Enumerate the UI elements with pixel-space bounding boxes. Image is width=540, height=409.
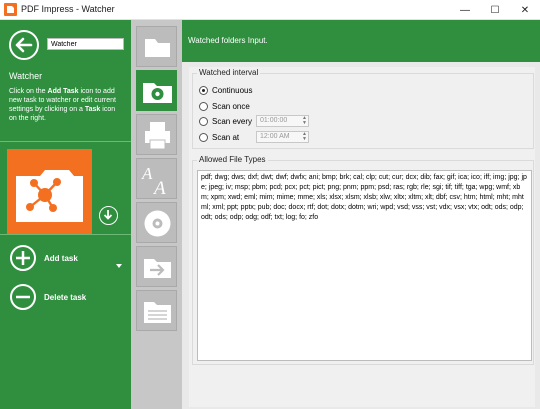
- spinner-arrows-icon[interactable]: ▲ ▼: [302, 116, 307, 126]
- download-icon: [103, 210, 113, 220]
- window-title: PDF Impress - Watcher: [21, 4, 115, 14]
- rail-item-export[interactable]: [136, 246, 177, 287]
- close-icon: ✕: [520, 4, 530, 16]
- radio-label: Continuous: [212, 85, 253, 95]
- sidebar-title: Watcher: [9, 71, 43, 81]
- print-icon: [145, 122, 170, 150]
- back-button[interactable]: [9, 30, 39, 60]
- rail-item-print[interactable]: [136, 114, 177, 155]
- header-text: Watched folders Input.: [188, 36, 268, 45]
- radio-icon: [199, 101, 208, 111]
- spinner-arrows-icon[interactable]: ▲ ▼: [302, 132, 307, 142]
- title-bar: PDF Impress - Watcher — ☐ ✕: [0, 0, 540, 20]
- main-header: Watched folders Input.: [182, 20, 540, 62]
- delete-task-label: Delete task: [44, 293, 87, 302]
- group-title: Watched interval: [197, 68, 261, 77]
- close-button[interactable]: ✕: [510, 0, 540, 20]
- rail-item-font[interactable]: AA: [136, 158, 177, 199]
- radio-icon: [199, 132, 208, 142]
- settings-rail: AA: [131, 20, 182, 409]
- sidebar-help-text: Click on the Add Task icon to add new ta…: [9, 88, 116, 122]
- minimize-icon: —: [460, 4, 470, 16]
- download-button[interactable]: [99, 206, 118, 225]
- settings-panel: Watched interval Continuous Scan once Sc…: [189, 67, 535, 407]
- plus-icon: [10, 245, 36, 271]
- rail-item-list[interactable]: [136, 290, 177, 331]
- folder-icon: [145, 39, 170, 57]
- minimize-button[interactable]: —: [450, 0, 480, 20]
- delete-task-button[interactable]: Delete task: [10, 284, 125, 310]
- rail-item-settings[interactable]: [136, 70, 177, 111]
- radio-icon: [199, 116, 208, 126]
- radio-continuous[interactable]: Continuous: [199, 84, 252, 96]
- sidebar: Watcher Click on the Add Task icon to ad…: [0, 20, 131, 409]
- svg-text:A: A: [152, 178, 166, 199]
- rail-item-folder[interactable]: [136, 26, 177, 67]
- watcher-task-icon[interactable]: [7, 149, 92, 234]
- add-task-label: Add task: [44, 254, 78, 263]
- radio-label: Scan once: [212, 101, 250, 111]
- font-icon: AA: [141, 164, 166, 199]
- radio-scan-every[interactable]: Scan every 01:00:00 ▲ ▼: [199, 115, 349, 127]
- task-name-input[interactable]: [47, 38, 124, 50]
- gear-icon: [143, 83, 172, 103]
- list-icon: [144, 302, 171, 323]
- scan-at-time-input[interactable]: 12:00 AM ▲ ▼: [256, 131, 309, 143]
- radio-selected-icon: [199, 85, 208, 95]
- divider: [0, 234, 131, 235]
- app-icon: [4, 3, 17, 16]
- maximize-icon: ☐: [490, 4, 500, 16]
- main-panel: Watched folders Input. Watched interval …: [182, 20, 540, 409]
- radio-label: Scan at: [212, 132, 240, 142]
- export-icon: [144, 259, 171, 278]
- watched-interval-group: Watched interval Continuous Scan once Sc…: [192, 68, 534, 149]
- group-title: Allowed File Types: [197, 155, 268, 164]
- svg-text:A: A: [141, 164, 153, 183]
- scan-every-time-input[interactable]: 01:00:00 ▲ ▼: [256, 115, 309, 127]
- disc-icon: [144, 210, 171, 237]
- divider: [0, 141, 131, 142]
- back-arrow-icon: [15, 37, 33, 53]
- allowed-file-types-group: Allowed File Types pdf; dwg; dws; dxf; d…: [192, 155, 534, 365]
- radio-scan-at[interactable]: Scan at 12:00 AM ▲ ▼: [199, 131, 349, 143]
- radio-scan-once[interactable]: Scan once: [199, 100, 250, 112]
- minus-icon: [10, 284, 36, 310]
- maximize-button[interactable]: ☐: [480, 0, 510, 20]
- chevron-down-icon[interactable]: [116, 264, 122, 268]
- file-types-textarea[interactable]: pdf; dwg; dws; dxf; dwt; dwf; dwfx; ani;…: [197, 170, 532, 361]
- rail-item-disc[interactable]: [136, 202, 177, 243]
- add-task-button[interactable]: Add task: [10, 245, 125, 271]
- radio-label: Scan every: [212, 116, 253, 126]
